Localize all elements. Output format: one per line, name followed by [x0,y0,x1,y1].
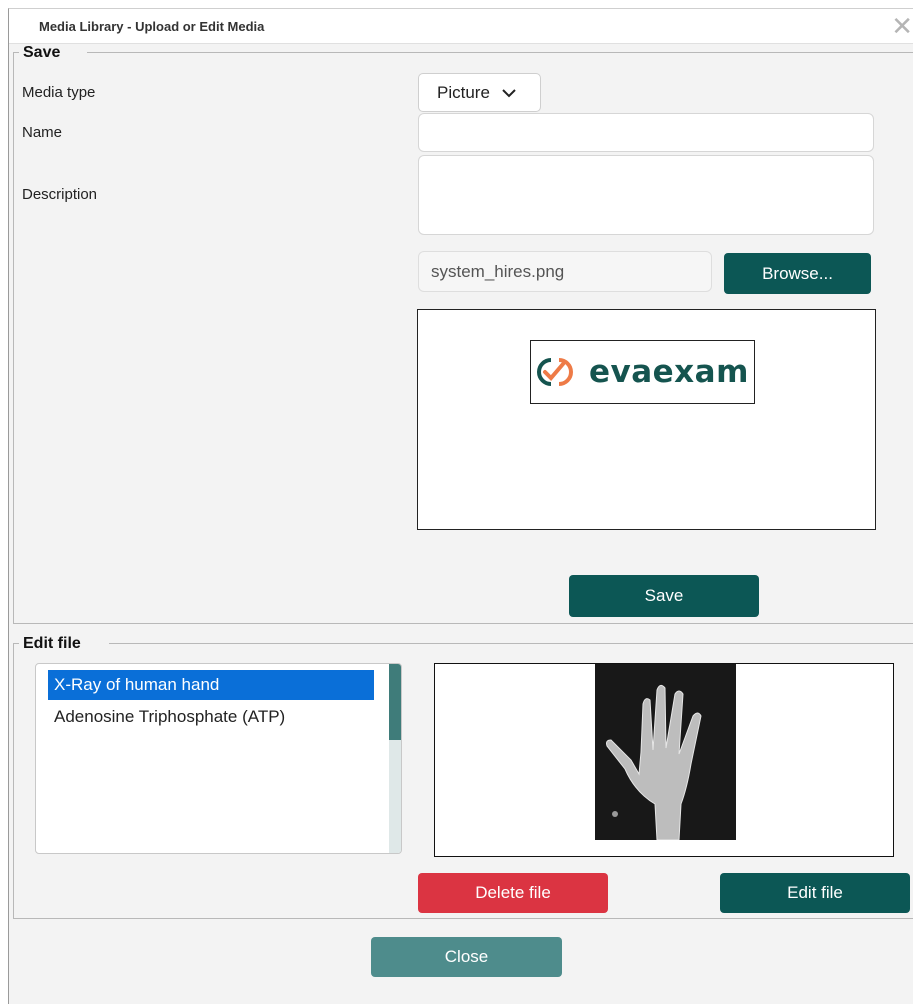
xray-hand-image [595,664,736,841]
name-label: Name [22,124,63,141]
upload-preview: evaexam [417,309,876,530]
description-label: Description [22,186,98,203]
file-name-text: system_hires.png [431,261,565,281]
preview-image: evaexam [530,340,755,404]
media-type-value: Picture [437,82,490,102]
browse-button[interactable]: Browse... [724,253,871,294]
edit-file-legend: Edit file [19,635,85,653]
media-type-select[interactable]: Picture [418,73,541,112]
media-type-label: Media type [22,84,96,101]
list-item-label: Adenosine Triphosphate (ATP) [54,707,286,726]
media-library-dialog: Media Library - Upload or Edit Media ✕ S… [8,8,913,1004]
dialog-title: Media Library - Upload or Edit Media [39,19,265,34]
media-file-list[interactable]: X-Ray of human hand Adenosine Triphospha… [35,663,402,854]
chevron-down-icon [502,83,516,103]
close-button[interactable]: Close [371,937,562,977]
list-scroll-thumb[interactable] [389,664,401,740]
close-icon[interactable]: ✕ [891,13,913,39]
delete-file-button[interactable]: Delete file [418,873,608,913]
save-legend: Save [19,44,65,62]
evaexam-logo-icon [537,358,573,386]
edit-file-button[interactable]: Edit file [720,873,910,913]
file-name-field: system_hires.png [418,251,712,292]
description-textarea[interactable] [418,155,874,235]
edit-file-preview [434,663,894,857]
list-item[interactable]: X-Ray of human hand [48,670,374,700]
dialog-titlebar: Media Library - Upload or Edit Media ✕ [9,9,913,44]
save-button[interactable]: Save [569,575,759,617]
list-item[interactable]: Adenosine Triphosphate (ATP) [48,702,285,732]
list-item-label: X-Ray of human hand [54,675,220,694]
logo-wordmark: evaexam [589,354,749,390]
name-input[interactable] [418,113,874,152]
list-scrollbar[interactable] [389,664,401,853]
